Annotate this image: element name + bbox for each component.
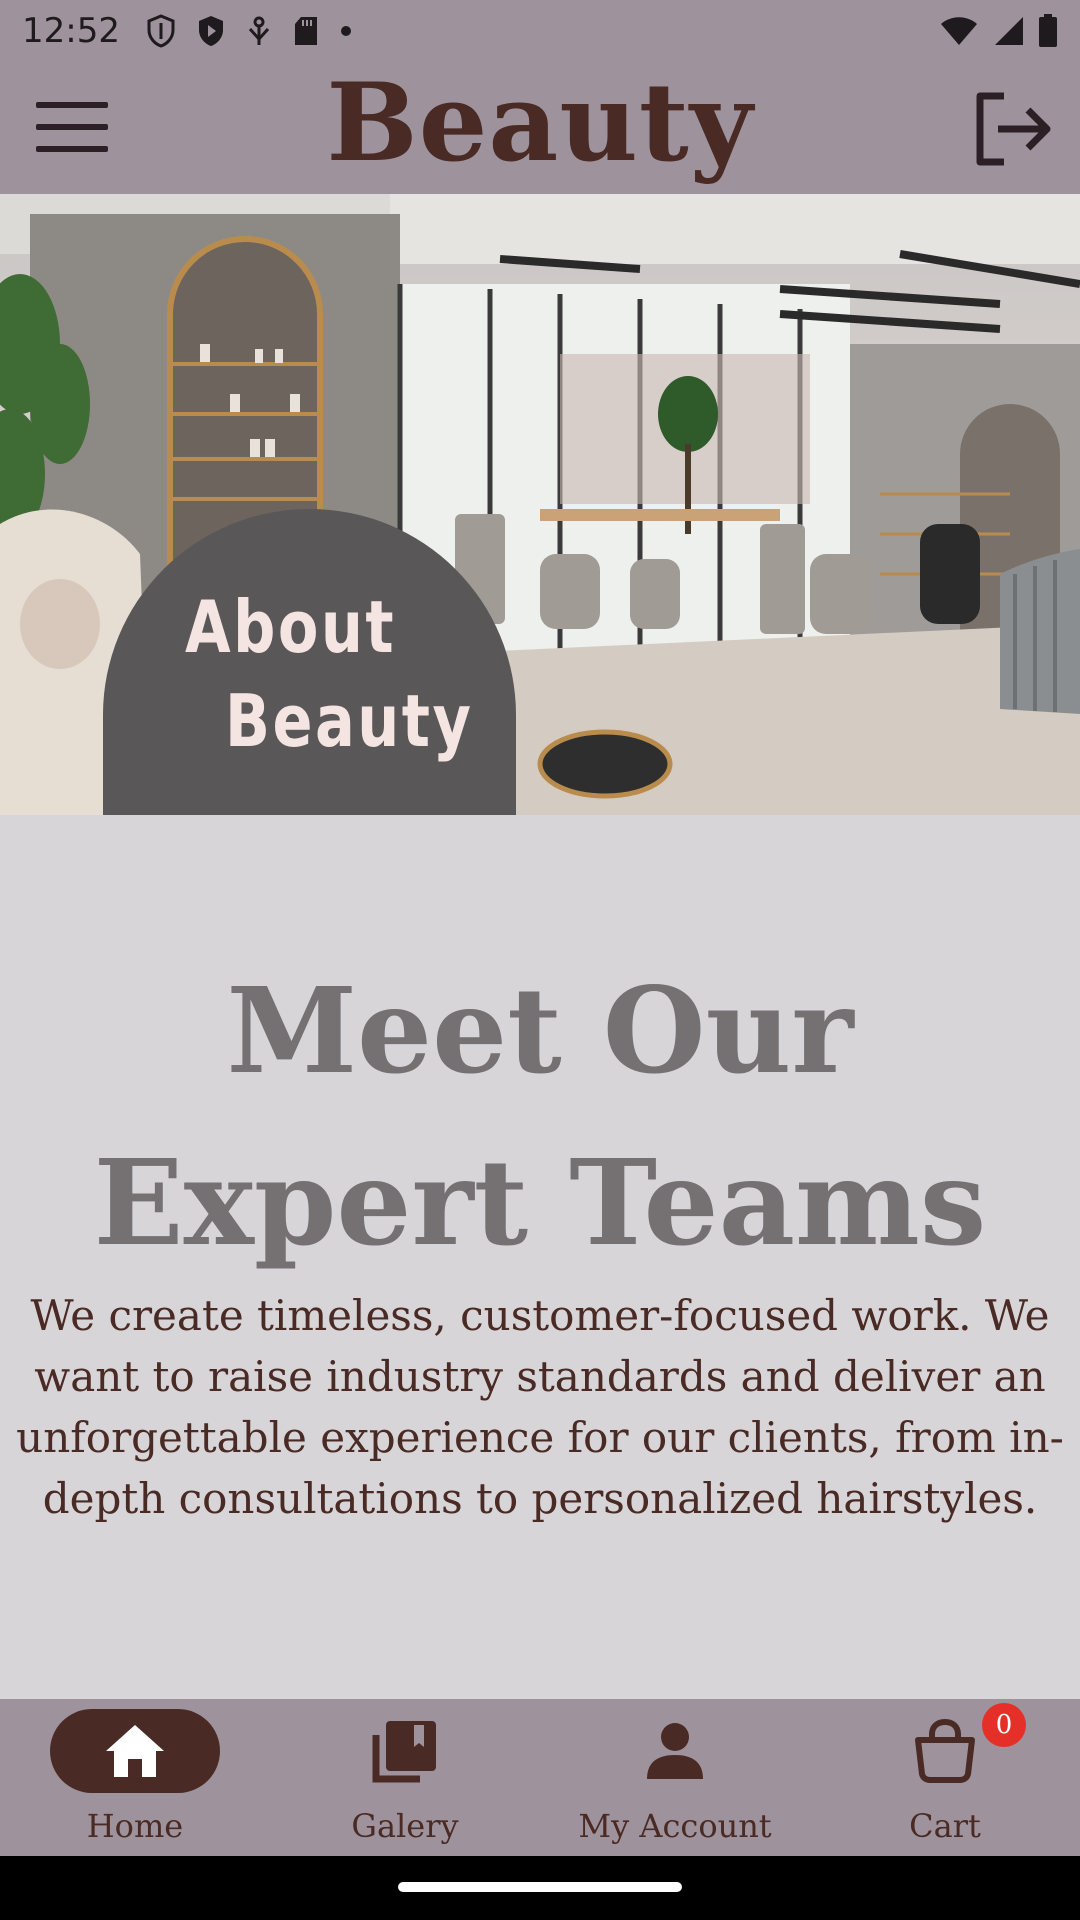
section-description: We create timeless, customer-focused wor… <box>6 1285 1074 1529</box>
body-line4: depth consultations to personalized hair… <box>42 1474 1038 1523</box>
nav-item-my-account[interactable]: My Account <box>540 1699 810 1856</box>
nav-item-cart[interactable]: 0 Cart <box>810 1699 1080 1856</box>
status-time: 12:52 <box>22 11 120 51</box>
home-icon <box>95 1713 175 1789</box>
body-line3: unforgettable experience for our clients… <box>16 1413 1064 1462</box>
salon-interior-photo: About Beauty <box>0 194 1080 815</box>
shield-outline-icon <box>146 14 176 48</box>
logout-icon[interactable] <box>970 88 1052 170</box>
nav-label-cart: Cart <box>909 1807 981 1845</box>
app-title: Beauty <box>326 60 754 186</box>
nav-label-home: Home <box>86 1807 184 1845</box>
nav-item-home[interactable]: Home <box>0 1699 270 1856</box>
heading-line1: Meet Our <box>226 961 854 1100</box>
nav-item-galery[interactable]: Galery <box>270 1699 540 1856</box>
cart-icon <box>905 1713 985 1789</box>
wifi-icon <box>940 16 978 46</box>
about-badge-line2: Beauty <box>225 679 474 763</box>
signal-icon <box>992 16 1024 46</box>
heading-line2: Expert Teams <box>93 1133 987 1272</box>
about-badge-line1: About <box>185 585 397 669</box>
shield-play-icon <box>196 14 226 48</box>
person-icon <box>635 1713 715 1789</box>
gallery-icon <box>365 1713 445 1789</box>
body-line2: want to raise industry standards and del… <box>34 1352 1046 1401</box>
section-heading: Meet Our Expert Teams <box>0 945 1080 1289</box>
status-icons-right <box>940 14 1058 48</box>
nav-label-my-account: My Account <box>578 1807 772 1845</box>
sd-card-icon <box>292 15 320 47</box>
nav-label-galery: Galery <box>351 1807 459 1845</box>
system-gesture-bar <box>0 1856 1080 1920</box>
home-gesture-handle[interactable] <box>398 1882 682 1892</box>
usb-debug-icon <box>246 15 272 47</box>
cart-count-badge: 0 <box>982 1703 1026 1747</box>
status-icons-left <box>146 14 352 48</box>
body-line1: We create timeless, customer-focused wor… <box>30 1291 1050 1340</box>
dot-icon <box>340 25 352 37</box>
app-bar: Beauty <box>0 62 1080 194</box>
bottom-navigation: Home Galery My Account 0 Cart <box>0 1699 1080 1856</box>
battery-icon <box>1038 14 1058 48</box>
status-bar: 12:52 <box>0 0 1080 62</box>
